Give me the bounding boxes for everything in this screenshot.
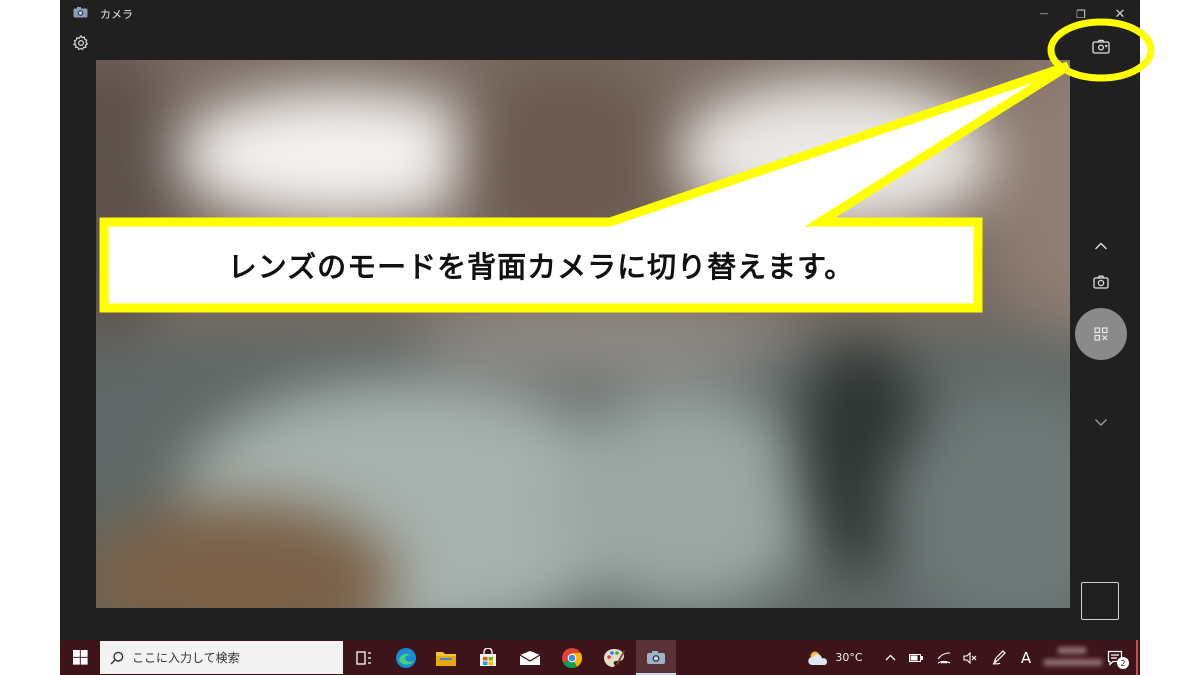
gallery-thumbnail[interactable] <box>1081 582 1119 620</box>
close-button[interactable]: ✕ <box>1102 3 1138 25</box>
mode-down-button[interactable] <box>1086 410 1116 434</box>
switch-camera-icon <box>1092 39 1110 54</box>
chrome-icon <box>562 647 583 668</box>
edge-app[interactable] <box>388 640 424 675</box>
file-explorer-app[interactable] <box>428 640 464 675</box>
gear-icon[interactable] <box>72 34 90 52</box>
action-center-button[interactable]: 2 <box>1100 640 1130 675</box>
task-view-button[interactable] <box>346 640 382 675</box>
restore-icon: ❐ <box>1076 7 1086 21</box>
search-placeholder: ここに入力して検索 <box>132 651 240 665</box>
clock-date[interactable] <box>1040 645 1106 671</box>
volume-indicator[interactable] <box>959 640 981 675</box>
taskbar: ここに入力して検索 30°C A 2 <box>60 640 1140 675</box>
pen-workspace-button[interactable] <box>987 640 1011 675</box>
window-title: カメラ <box>100 8 133 21</box>
minimize-button[interactable]: — <box>1026 3 1062 25</box>
paint-app[interactable] <box>596 640 632 675</box>
camera-preview[interactable] <box>96 60 1070 608</box>
restore-button[interactable]: ❐ <box>1063 3 1099 25</box>
network-indicator[interactable] <box>933 640 955 675</box>
notification-badge: 2 <box>1117 657 1129 669</box>
store-icon <box>480 647 496 666</box>
weather-temperature: 30°C <box>835 651 863 664</box>
ime-mode-indicator[interactable]: A <box>1015 640 1037 675</box>
chevron-up-icon <box>1095 242 1107 250</box>
mail-app[interactable] <box>512 640 548 675</box>
switch-camera-button[interactable] <box>1084 34 1118 60</box>
folder-icon <box>436 651 456 666</box>
weather-widget[interactable]: 30°C <box>804 640 866 675</box>
volume-muted-icon <box>963 651 977 664</box>
minimize-icon: — <box>1039 9 1049 19</box>
edge-icon <box>396 647 416 668</box>
blurred-scene <box>96 60 1070 608</box>
callout-text: レンズのモードを背面カメラに切り替えます。 <box>227 250 855 284</box>
battery-indicator[interactable] <box>905 640 927 675</box>
mode-up-button[interactable] <box>1086 234 1116 258</box>
wifi-icon <box>937 651 951 664</box>
qr-code-icon <box>1094 327 1108 341</box>
show-hidden-icons-button[interactable] <box>880 640 900 675</box>
pen-icon <box>992 650 1006 665</box>
camera-icon <box>73 7 88 18</box>
shutter-button[interactable] <box>1075 308 1127 360</box>
start-button[interactable] <box>60 640 100 675</box>
show-desktop-button[interactable] <box>1136 640 1138 675</box>
chrome-app[interactable] <box>554 640 590 675</box>
chevron-up-icon <box>885 654 895 661</box>
paint-palette-icon <box>604 648 625 667</box>
taskbar-search-box[interactable]: ここに入力して検索 <box>100 641 343 674</box>
task-view-icon <box>356 650 371 665</box>
partly-cloudy-icon <box>808 651 828 665</box>
close-icon: ✕ <box>1114 6 1126 22</box>
chevron-down-icon <box>1095 419 1107 426</box>
ime-indicator-label: A <box>1020 648 1032 667</box>
windows-logo-icon <box>72 650 88 665</box>
camera-icon <box>647 651 665 664</box>
title-bar[interactable]: カメラ — ❐ ✕ <box>60 0 1140 28</box>
camera-taskbar-app[interactable] <box>636 640 676 675</box>
search-icon <box>110 651 124 664</box>
store-app[interactable] <box>470 640 506 675</box>
photo-mode-button[interactable] <box>1086 270 1116 294</box>
camera-icon <box>1093 275 1109 289</box>
battery-icon <box>909 653 923 662</box>
mail-icon <box>519 650 541 665</box>
camera-app-window: カメラ — ❐ ✕ <box>60 0 1140 640</box>
